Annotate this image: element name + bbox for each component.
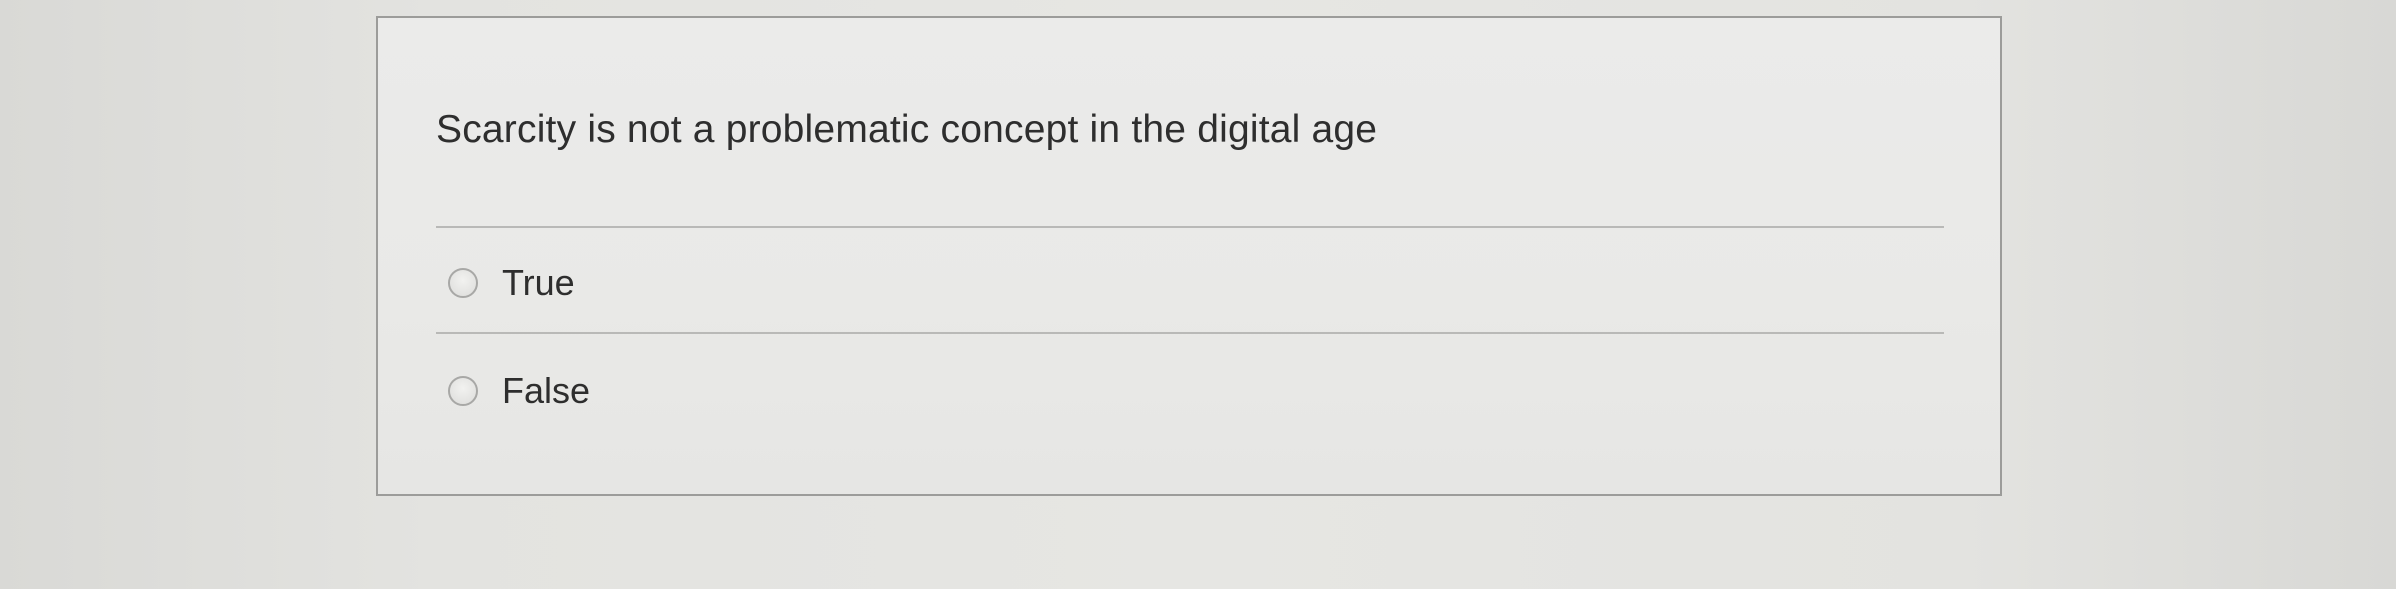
option-false[interactable]: False (448, 366, 590, 416)
radio-button-empty-icon[interactable] (448, 268, 478, 298)
divider (436, 332, 1944, 334)
divider (436, 226, 1944, 228)
option-true[interactable]: True (448, 258, 575, 308)
question-text: Scarcity is not a problematic concept in… (436, 108, 1378, 151)
radio-button-empty-icon[interactable] (448, 376, 478, 406)
option-label: False (502, 370, 591, 411)
question-panel: Scarcity is not a problematic concept in… (376, 16, 2002, 496)
option-label: True (502, 262, 575, 303)
